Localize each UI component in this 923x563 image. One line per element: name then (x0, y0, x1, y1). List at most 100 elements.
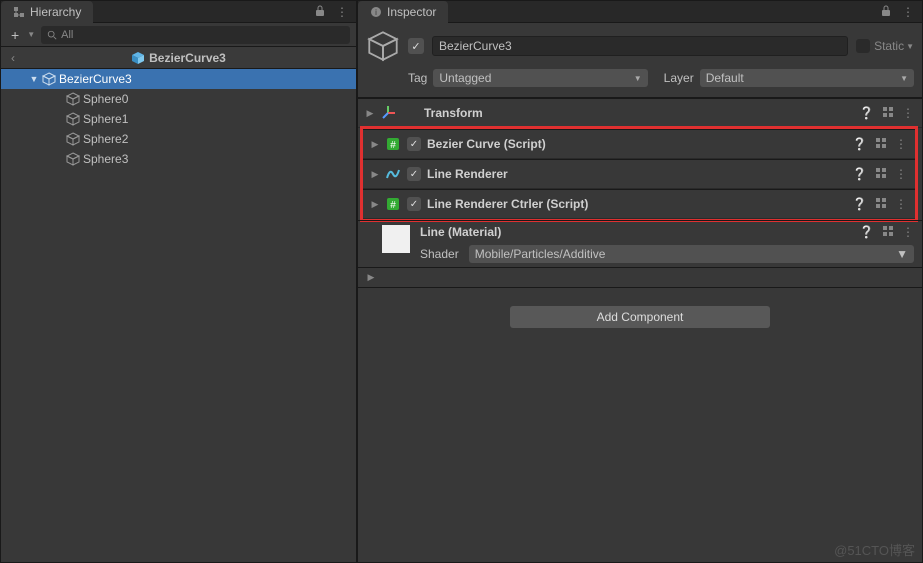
panel-lock-icon[interactable] (314, 5, 326, 19)
static-dropdown-icon[interactable]: ▼ (906, 42, 914, 51)
foldout-icon[interactable]: ▶ (366, 272, 376, 283)
help-icon[interactable]: ❔ (852, 137, 867, 151)
gameobject-icon (66, 152, 80, 166)
transform-icon (380, 105, 396, 121)
component-enabled-checkbox[interactable]: ✓ (407, 137, 421, 151)
preset-icon[interactable] (875, 167, 887, 181)
component-menu-icon[interactable]: ⋮ (902, 106, 914, 120)
component-line-renderer-ctrler: ▶ # ✓ Line Renderer Ctrler (Script) ❔ ⋮ (363, 189, 915, 219)
tree-item-label: BezierCurve3 (59, 72, 132, 86)
tag-dropdown[interactable]: Untagged ▼ (433, 69, 647, 87)
component-header[interactable]: ▶ Transform ❔ ⋮ (358, 99, 922, 127)
static-checkbox[interactable] (856, 39, 870, 53)
material-section: Line (Material) ❔ ⋮ Shader Mobile/Partic… (358, 220, 922, 267)
preset-icon[interactable] (882, 225, 894, 239)
svg-text:i: i (375, 8, 377, 17)
hierarchy-breadcrumb: ‹ BezierCurve3 (1, 47, 356, 69)
hierarchy-tab-label: Hierarchy (30, 5, 81, 19)
panel-lock-icon[interactable] (880, 5, 892, 19)
gameobject-icon (66, 112, 80, 126)
tree-item-label: Sphere3 (83, 152, 128, 166)
material-footer: ▶ (358, 267, 922, 287)
component-menu-icon[interactable]: ⋮ (902, 225, 914, 239)
svg-text:#: # (390, 140, 396, 151)
component-header[interactable]: ▶ # ✓ Bezier Curve (Script) ❔ ⋮ (363, 130, 915, 158)
component-header[interactable]: ▶ ✓ Line Renderer ❔ ⋮ (363, 160, 915, 188)
create-dropdown-caret-icon[interactable]: ▼ (27, 30, 35, 39)
help-icon[interactable]: ❔ (859, 106, 874, 120)
inspector-icon: i (370, 6, 382, 18)
component-menu-icon[interactable]: ⋮ (895, 197, 907, 211)
component-menu-icon[interactable]: ⋮ (895, 167, 907, 181)
add-component-button[interactable]: Add Component (510, 306, 770, 328)
shader-label: Shader (420, 247, 459, 261)
component-transform: ▶ Transform ❔ ⋮ (358, 98, 922, 128)
search-placeholder: All (61, 29, 73, 41)
preset-icon[interactable] (882, 106, 894, 120)
breadcrumb-back-button[interactable]: ‹ (1, 51, 25, 65)
tree-item[interactable]: Sphere0 (1, 89, 356, 109)
hierarchy-panel: Hierarchy ⋮ + ▼ All ‹ BezierCurve3 (0, 0, 357, 563)
tag-label: Tag (408, 71, 427, 85)
script-icon: # (385, 196, 401, 212)
object-name-input[interactable]: BezierCurve3 (432, 36, 848, 56)
preset-icon[interactable] (875, 197, 887, 211)
tree-item-label: Sphere2 (83, 132, 128, 146)
chevron-down-icon: ▼ (900, 74, 908, 83)
inspector-header: ✓ BezierCurve3 Static ▼ Tag Untagged ▼ L… (358, 23, 922, 98)
foldout-icon[interactable]: ▶ (366, 108, 374, 119)
watermark: @51CTO博客 (834, 540, 915, 559)
panel-menu-icon[interactable]: ⋮ (902, 5, 914, 19)
search-icon (47, 30, 57, 40)
tree-item[interactable]: Sphere3 (1, 149, 356, 169)
component-header[interactable]: ▶ # ✓ Line Renderer Ctrler (Script) ❔ ⋮ (363, 190, 915, 218)
foldout-icon[interactable]: ▶ (371, 139, 379, 150)
layer-dropdown[interactable]: Default ▼ (700, 69, 914, 87)
inspector-tab-label: Inspector (387, 5, 436, 19)
hierarchy-tree: ▼ BezierCurve3 Sphere0 Sphere1 Sp (1, 69, 356, 562)
chevron-down-icon: ▼ (896, 247, 908, 261)
prefab-icon (131, 51, 145, 65)
inspector-tab-bar: i Inspector ⋮ (358, 1, 922, 23)
hierarchy-search-input[interactable]: All (41, 26, 350, 44)
tree-item-label: Sphere1 (83, 112, 128, 126)
panel-menu-icon[interactable]: ⋮ (336, 5, 348, 19)
hierarchy-tab-bar: Hierarchy ⋮ (1, 1, 356, 23)
hierarchy-tab[interactable]: Hierarchy (1, 1, 93, 23)
inspector-panel: i Inspector ⋮ ✓ BezierCurve3 (357, 0, 923, 563)
component-menu-icon[interactable]: ⋮ (895, 137, 907, 151)
inspector-tab[interactable]: i Inspector (358, 1, 448, 23)
object-icon[interactable] (366, 29, 400, 63)
material-name: Line (Material) (420, 225, 859, 239)
highlight-box: ▶ # ✓ Bezier Curve (Script) ❔ ⋮ ▶ (360, 126, 918, 222)
layer-label: Layer (664, 71, 694, 85)
create-button[interactable]: + (7, 27, 23, 43)
component-line-renderer: ▶ ✓ Line Renderer ❔ ⋮ (363, 159, 915, 189)
help-icon[interactable]: ❔ (859, 225, 874, 239)
gameobject-icon (66, 132, 80, 146)
tree-item[interactable]: Sphere1 (1, 109, 356, 129)
preset-icon[interactable] (875, 137, 887, 151)
tree-item-root[interactable]: ▼ BezierCurve3 (1, 69, 356, 89)
chevron-down-icon: ▼ (634, 74, 642, 83)
tree-item[interactable]: Sphere2 (1, 129, 356, 149)
foldout-icon[interactable]: ▶ (371, 169, 379, 180)
component-bezier-curve: ▶ # ✓ Bezier Curve (Script) ❔ ⋮ (363, 129, 915, 159)
tree-item-label: Sphere0 (83, 92, 128, 106)
help-icon[interactable]: ❔ (852, 197, 867, 211)
script-icon: # (385, 136, 401, 152)
add-component-section: Add Component (358, 287, 922, 346)
help-icon[interactable]: ❔ (852, 167, 867, 181)
breadcrumb-title[interactable]: BezierCurve3 (25, 51, 332, 65)
foldout-icon[interactable]: ▶ (371, 199, 379, 210)
enabled-checkbox[interactable]: ✓ (408, 38, 424, 54)
material-preview[interactable] (382, 225, 410, 253)
component-enabled-checkbox[interactable]: ✓ (407, 197, 421, 211)
shader-dropdown[interactable]: Mobile/Particles/Additive ▼ (469, 245, 914, 263)
hierarchy-icon (13, 6, 25, 18)
line-renderer-icon (385, 166, 401, 182)
foldout-icon[interactable]: ▼ (29, 74, 39, 84)
hierarchy-toolbar: + ▼ All (1, 23, 356, 47)
component-enabled-checkbox[interactable]: ✓ (407, 167, 421, 181)
static-label: Static (874, 39, 904, 53)
